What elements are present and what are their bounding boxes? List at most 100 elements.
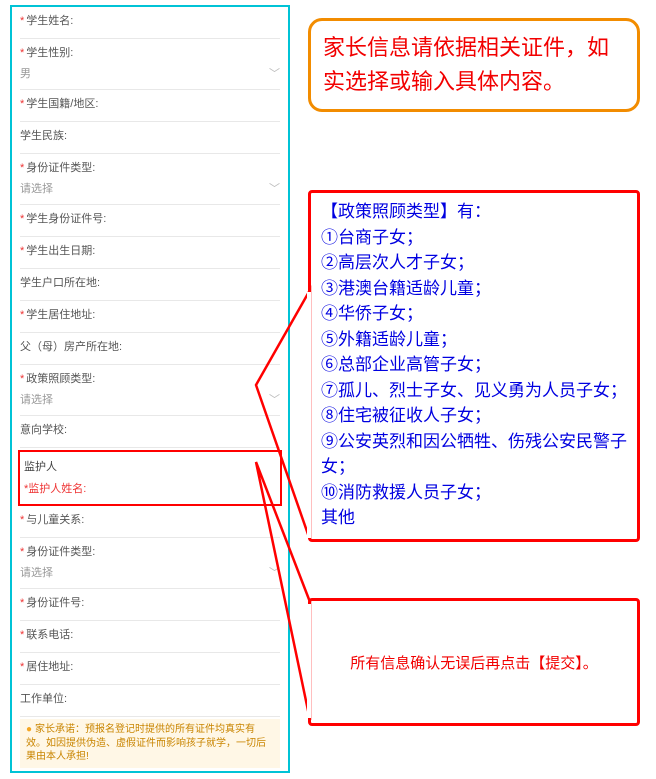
disclaimer: ●家长承诺：预报名登记时提供的所有证件均真实有效。如因提供伪造、虚假证件而影响孩… [20,719,280,768]
policy-item: ①台商子女； [321,225,627,251]
required-mark: * [20,514,24,526]
warning-icon: ● [26,724,32,735]
policy-title: 【政策照顾类型】有： [321,199,627,225]
label-text: 学生出生日期: [26,245,95,257]
guardian-header: 监护人 [24,454,276,474]
value-text: 请选择 [20,564,53,580]
policy-item: ④华侨子女； [321,301,627,327]
value-text: 请选择 [20,180,53,196]
policy-item: ⑤外籍适龄儿童； [321,327,627,353]
label-text: 学生民族: [20,130,67,142]
form-area: *学生姓名:*学生性别:男﹀*学生国籍/地区:学生民族:*身份证件类型:请选择﹀… [12,7,288,773]
value-text: 男 [20,65,31,81]
policy-item: ⑧住宅被征收人子女； [321,403,627,429]
label-text: 联系电话: [26,629,73,641]
label-text: 身份证件号: [26,597,84,609]
form-panel: *学生姓名:*学生性别:男﹀*学生国籍/地区:学生民族:*身份证件类型:请选择﹀… [10,5,290,773]
chevron-down-icon: ﹀ [269,180,280,196]
required-mark: * [20,597,24,609]
label-text: 学生居住地址: [26,309,95,321]
callout-policy-types: 【政策照顾类型】有： ①台商子女；②高层次人才子女；③港澳台籍适龄儿童；④华侨子… [308,190,640,542]
field-b4[interactable]: *居住地址: [20,655,280,685]
field-label: *学生国籍/地区: [20,95,280,111]
field-a2[interactable]: *学生国籍/地区: [20,92,280,122]
callout-guardian-info: 家长信息请依据相关证件，如实选择或输入具体内容。 [308,18,640,112]
required-mark: * [20,213,24,225]
field-label: 父（母）房产所在地: [20,338,280,354]
required-mark: * [20,98,24,110]
required-mark: * [20,245,24,257]
label-text: 政策照顾类型: [26,373,95,385]
required-mark: * [20,373,24,385]
policy-item: 其他 [321,505,627,531]
chevron-down-icon: ﹀ [269,564,280,580]
callout-submit-text: 所有信息确认无误后再点击【提交】。 [350,652,598,673]
callout-orange-text: 家长信息请依据相关证件，如实选择或输入具体内容。 [323,35,609,94]
field-label: *学生出生日期: [20,242,280,258]
field-label: *居住地址: [20,658,280,674]
value-text: 请选择 [20,391,53,407]
label-text: 学生性别: [26,47,73,59]
label-text: 学生身份证件号: [26,213,106,225]
field-a4[interactable]: *身份证件类型: 请选择 ﹀ [20,156,280,205]
field-a0[interactable]: *学生姓名: [20,9,280,39]
field-a8[interactable]: *学生居住地址: [20,303,280,333]
field-label: *政策照顾类型: [20,370,280,386]
field-label: *与儿童关系: [20,511,280,527]
field-b1[interactable]: *身份证件类型: 请选择 ﹀ [20,540,280,589]
policy-item: ③港澳台籍适龄儿童； [321,276,627,302]
label-text: 身份证件类型: [26,546,95,558]
field-a5[interactable]: *学生身份证件号: [20,207,280,237]
policy-list: ①台商子女；②高层次人才子女；③港澳台籍适龄儿童；④华侨子女；⑤外籍适龄儿童；⑥… [321,225,627,531]
field-label: *身份证件类型: [20,159,280,175]
field-label: *身份证件号: [20,594,280,610]
field-label: 意向学校: [20,421,280,437]
field-a6[interactable]: *学生出生日期: [20,239,280,269]
field-value[interactable]: 男﹀ [20,62,280,81]
field-b0[interactable]: *与儿童关系: [20,508,280,538]
field-a9[interactable]: 父（母）房产所在地: [20,335,280,365]
required-mark: * [20,629,24,641]
field-label: *学生居住地址: [20,306,280,322]
field-a1[interactable]: *学生性别: 男﹀ [20,41,280,90]
required-mark: * [20,661,24,673]
callout-submit-hint: 所有信息确认无误后再点击【提交】。 [308,598,640,726]
required-mark: * [20,309,24,321]
label-text: 学生户口所在地: [20,277,100,289]
required-mark: * [20,546,24,558]
policy-item: ⑩消防救援人员子女； [321,480,627,506]
label-text: 工作单位: [20,693,67,705]
field-b2[interactable]: *身份证件号: [20,591,280,621]
field-a10[interactable]: *政策照顾类型: 请选择﹀ [20,367,280,416]
field-label: *学生姓名: [20,12,280,28]
field-label: *身份证件类型: [20,543,280,559]
field-b3[interactable]: *联系电话: [20,623,280,653]
label-text: 学生国籍/地区: [26,98,98,110]
field-a7[interactable]: 学生户口所在地: [20,271,280,301]
required-mark: * [20,15,24,27]
field-label: *联系电话: [20,626,280,642]
guardian-name-label[interactable]: *监护人姓名: [24,474,276,496]
field-label: 学生户口所在地: [20,274,280,290]
field-a11[interactable]: 意向学校: [20,418,280,448]
policy-item: ⑦孤儿、烈士子女、见义勇为人员子女； [321,378,627,404]
disclaimer-lead: 家长承诺： [35,724,85,735]
field-value[interactable]: 请选择﹀ [20,388,280,407]
field-b5[interactable]: 工作单位: [20,687,280,717]
policy-item: ②高层次人才子女； [321,250,627,276]
field-label: 学生民族: [20,127,280,143]
guardian-highlight: 监护人*监护人姓名: [18,450,282,506]
field-label: *学生身份证件号: [20,210,280,226]
field-value[interactable]: 请选择 ﹀ [20,177,280,196]
field-value[interactable]: 请选择 ﹀ [20,561,280,580]
label-text: 身份证件类型: [26,162,95,174]
submit-button[interactable]: 提交 [46,773,254,774]
policy-item: ⑥总部企业高管子女； [321,352,627,378]
required-mark: * [20,47,24,59]
field-label: 工作单位: [20,690,280,706]
label-text: 父（母）房产所在地: [20,341,122,353]
field-label: *学生性别: [20,44,280,60]
policy-item: ⑨公安英烈和因公牺牲、伤残公安民警子女； [321,429,627,480]
field-a3[interactable]: 学生民族: [20,124,280,154]
label-text: 意向学校: [20,424,67,436]
